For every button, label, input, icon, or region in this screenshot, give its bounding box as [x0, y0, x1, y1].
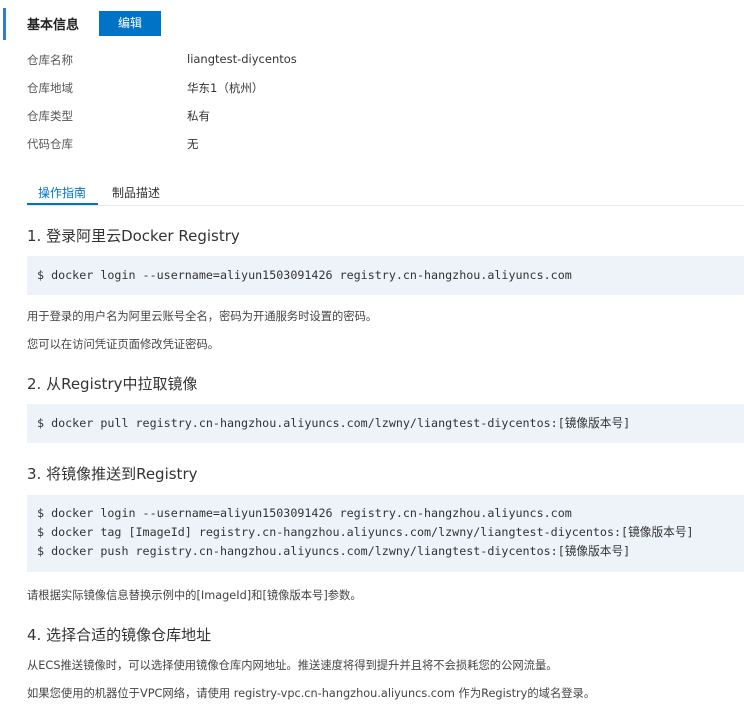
- step-title: 1. 登录阿里云Docker Registry: [27, 227, 240, 245]
- note-text: 您可以在访问凭证页面修改凭证密码。: [27, 338, 220, 351]
- tab-operation-guide[interactable]: 操作指南: [38, 184, 86, 201]
- info-value: 无: [187, 137, 199, 151]
- info-value: 私有: [187, 109, 210, 123]
- info-label: 仓库名称: [27, 53, 73, 67]
- step-title: 4. 选择合适的镜像仓库地址: [27, 626, 212, 644]
- code-line: $ docker push registry.cn-hangzhou.aliyu…: [37, 544, 631, 558]
- code-block: $ docker login --username=aliyun15030914…: [27, 256, 744, 295]
- info-value: 华东1（杭州）: [187, 81, 264, 95]
- tab-bar: 操作指南 制品描述: [27, 181, 744, 206]
- note-text: 请根据实际镜像信息替换示例中的[ImageId]和[镜像版本号]参数。: [27, 589, 362, 602]
- note-text: 如果您使用的机器位于VPC网络，请使用 registry-vpc.cn-hang…: [27, 687, 596, 700]
- active-tab-indicator: [27, 203, 98, 205]
- note-text: 从ECS推送镜像时，可以选择使用镜像仓库内网地址。推送速度将得到提升并且将不会损…: [27, 659, 558, 672]
- code-block: $ docker login --username=aliyun15030914…: [27, 495, 744, 572]
- note-text: 用于登录的用户名为阿里云账号全名，密码为开通服务时设置的密码。: [27, 310, 378, 323]
- info-label: 仓库类型: [27, 109, 73, 123]
- step-title: 2. 从Registry中拉取镜像: [27, 375, 198, 393]
- code-line: $ docker tag [ImageId] registry.cn-hangz…: [37, 525, 694, 539]
- section-accent-bar: [3, 8, 6, 40]
- edit-button[interactable]: 编辑: [99, 11, 161, 36]
- tab-artifact-description[interactable]: 制品描述: [112, 184, 160, 201]
- code-line: $ docker login --username=aliyun15030914…: [37, 268, 572, 282]
- code-line: $ docker pull registry.cn-hangzhou.aliyu…: [37, 416, 631, 430]
- section-title: 基本信息: [27, 18, 80, 33]
- info-label: 代码仓库: [27, 137, 73, 151]
- code-block: $ docker pull registry.cn-hangzhou.aliyu…: [27, 404, 744, 443]
- code-line: $ docker login --username=aliyun15030914…: [37, 506, 572, 520]
- info-value: liangtest-diycentos: [187, 52, 297, 66]
- info-label: 仓库地域: [27, 81, 73, 95]
- step-title: 3. 将镜像推送到Registry: [27, 465, 198, 483]
